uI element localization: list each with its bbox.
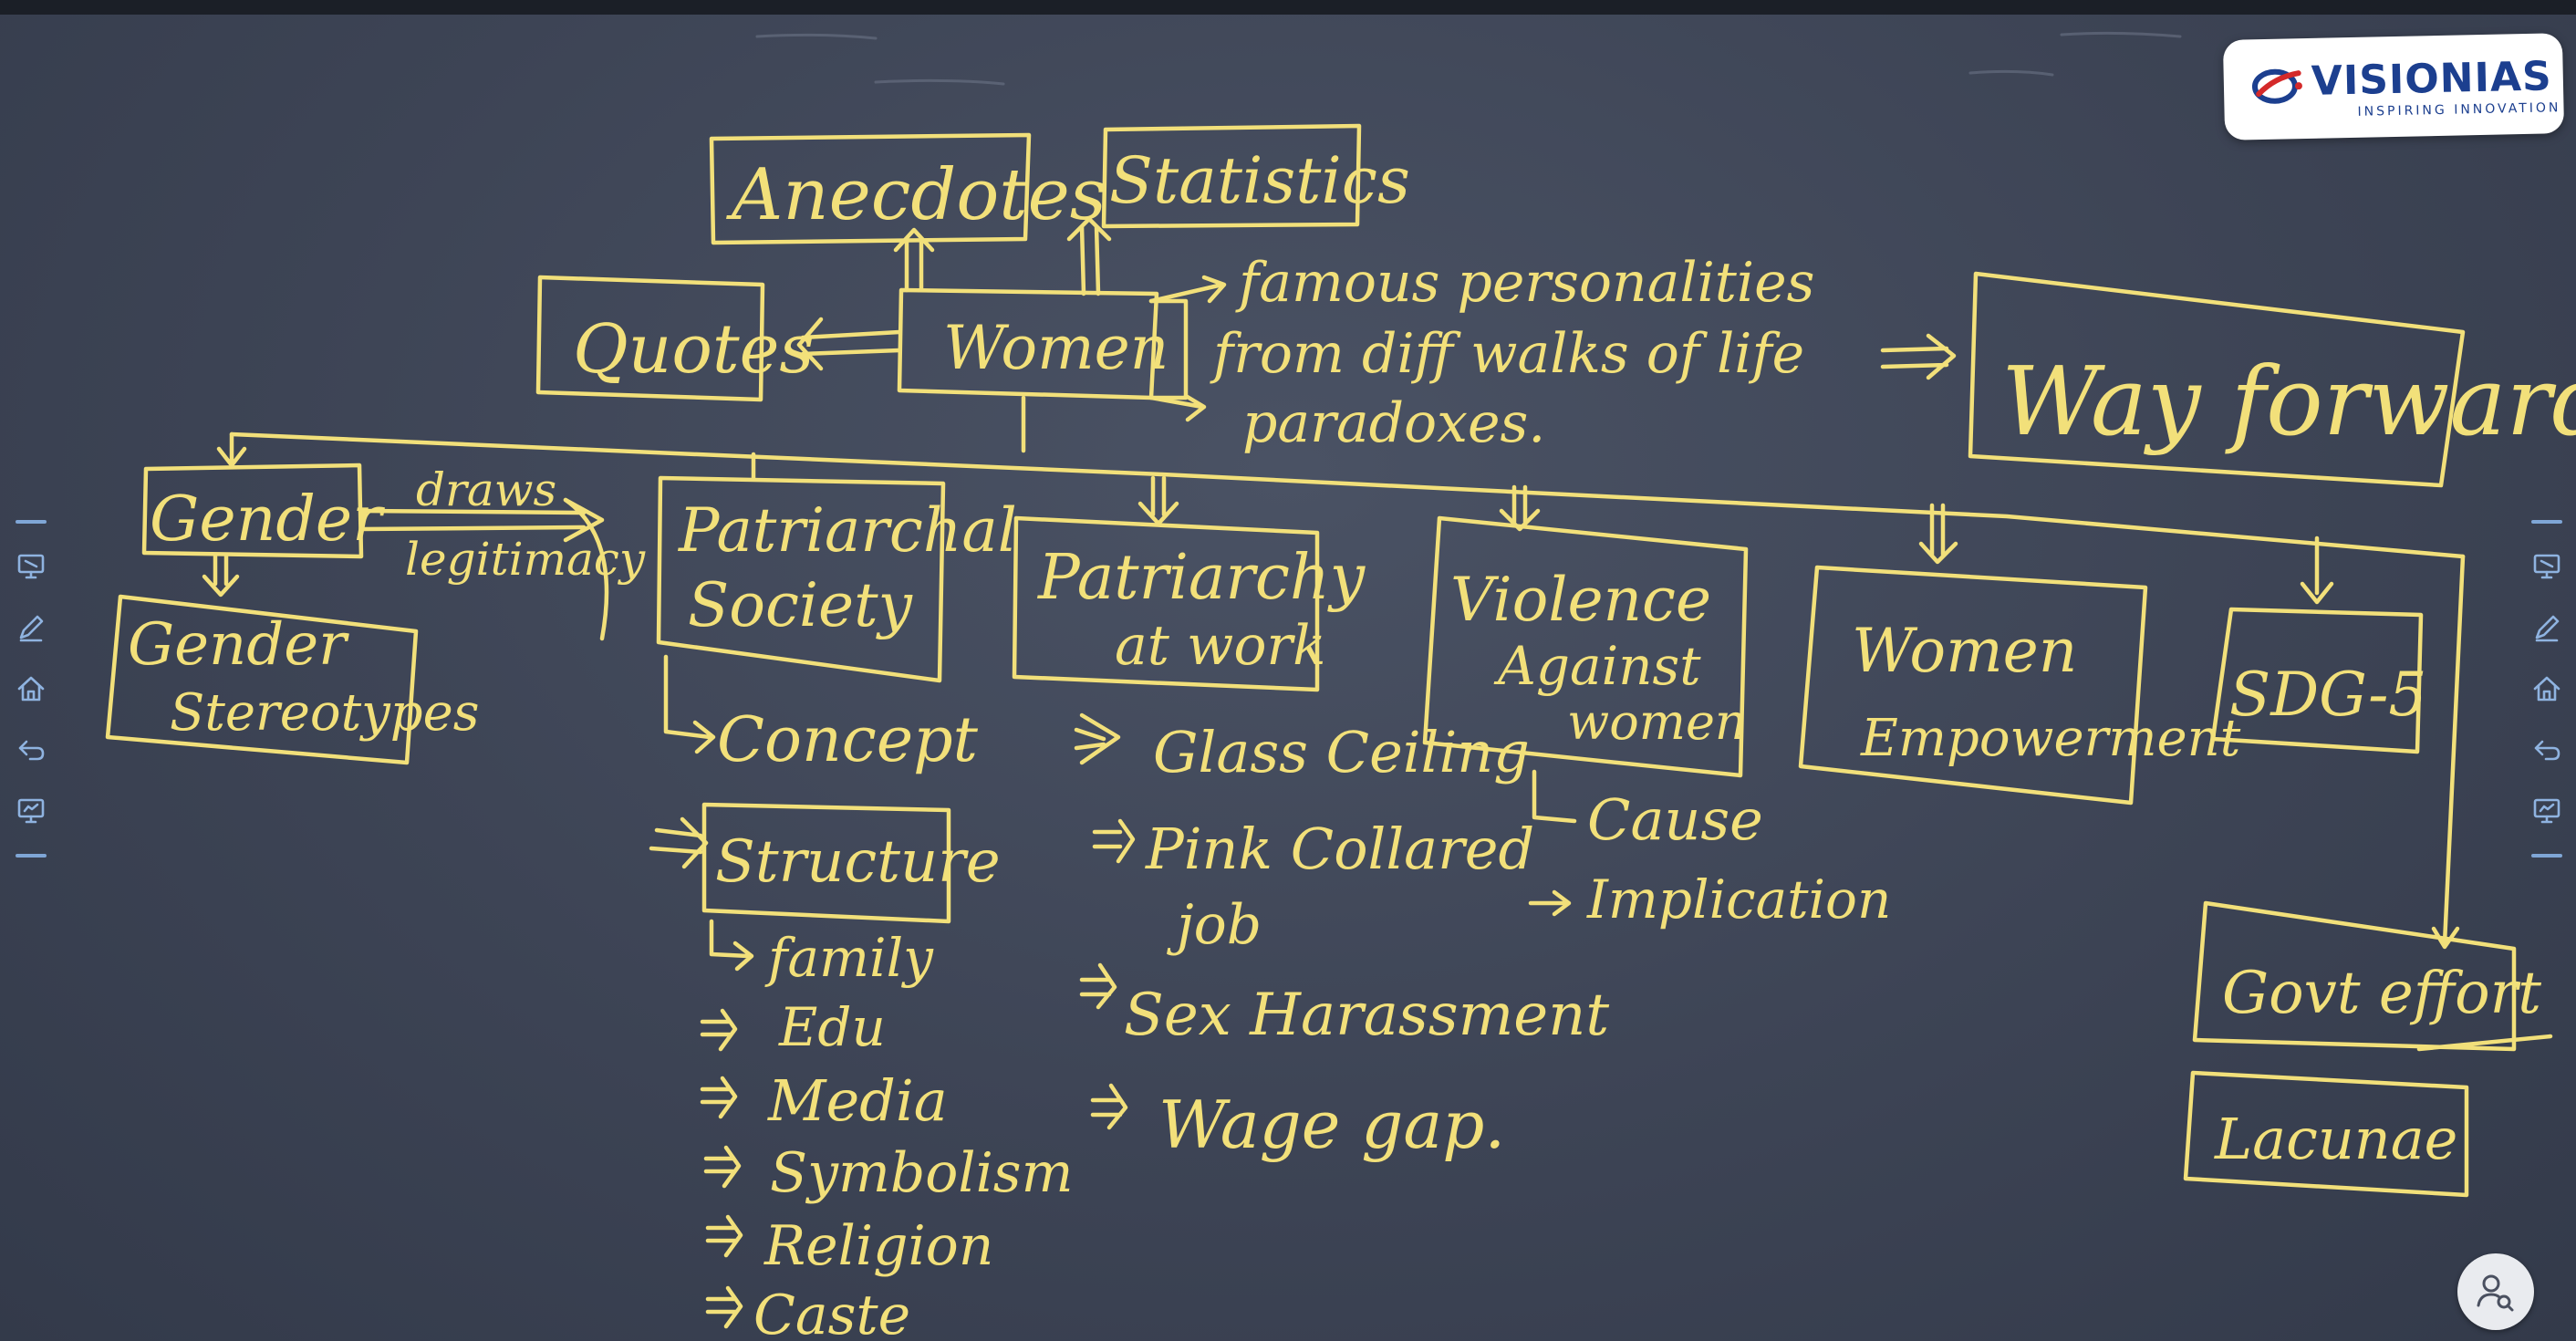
undo-icon bbox=[2534, 740, 2560, 761]
logo-tagline: INSPIRING INNOVATION bbox=[2357, 100, 2561, 120]
violence-line3: women bbox=[1567, 693, 1747, 751]
toolbar-divider bbox=[16, 520, 47, 524]
structure-item-caste: Caste bbox=[753, 1284, 910, 1341]
work-item-job: job bbox=[1167, 893, 1262, 957]
screen-record-button[interactable] bbox=[2529, 548, 2565, 585]
undo-button[interactable] bbox=[13, 732, 49, 768]
undo-button[interactable] bbox=[2529, 732, 2565, 768]
violence-item-cause: Cause bbox=[1587, 786, 1763, 853]
work-item-wage-gap: Wage gap. bbox=[1158, 1086, 1505, 1163]
lacunae-label: Lacunae bbox=[2214, 1106, 2457, 1172]
work-item-glass-ceiling: Glass Ceiling bbox=[1153, 719, 1530, 785]
screen-record-button[interactable] bbox=[13, 548, 49, 585]
structure-item-family: family bbox=[764, 927, 934, 989]
edge-label-draws: draws bbox=[416, 463, 556, 516]
structure-item-symbolism: Symbolism bbox=[770, 1141, 1074, 1205]
gender-label: Gender bbox=[150, 483, 385, 556]
toolbar-divider bbox=[16, 854, 47, 858]
violence-line1: Violence bbox=[1450, 565, 1711, 635]
pen-button[interactable] bbox=[13, 609, 49, 646]
right-toolbar bbox=[2527, 520, 2567, 858]
mind-map-diagram: Anecdotes Statistics Quotes Women famous… bbox=[105, 31, 2576, 1341]
concept-label: Concept bbox=[717, 704, 979, 776]
violence-line2: Against bbox=[1493, 635, 1701, 697]
user-search-button[interactable] bbox=[2457, 1253, 2534, 1330]
gender-stereotypes-line1: Gender bbox=[128, 611, 349, 679]
home-icon bbox=[17, 676, 45, 702]
patriarchal-society-line1: Patriarchal bbox=[678, 495, 1017, 566]
note-famous-personalities: famous personalities bbox=[1235, 251, 1814, 315]
sdg-label: SDG-5 bbox=[2229, 660, 2426, 730]
chalkboard: Anecdotes Statistics Quotes Women famous… bbox=[0, 0, 2576, 1341]
anecdotes-label: Anecdotes bbox=[726, 154, 1106, 236]
statistics-label: Statistics bbox=[1109, 143, 1410, 218]
patriarchy-at-work-line2: at work bbox=[1115, 614, 1325, 678]
pen-button[interactable] bbox=[2529, 609, 2565, 646]
patriarchy-at-work-line1: Patriarchy bbox=[1036, 542, 1366, 614]
screen-record-icon bbox=[17, 554, 45, 579]
toolbar-divider bbox=[2531, 854, 2562, 858]
toolbar-divider bbox=[2531, 520, 2562, 524]
home-button[interactable] bbox=[2529, 670, 2565, 707]
pen-icon bbox=[19, 615, 44, 642]
work-item-sex-harassment: Sex Harassment bbox=[1124, 982, 1609, 1049]
visionias-logo: VISIONIAS INSPIRING INNOVATION bbox=[2222, 33, 2565, 140]
work-item-pink-collared: Pink Collared bbox=[1145, 816, 1534, 882]
presentation-icon bbox=[2533, 798, 2560, 824]
pen-icon bbox=[2535, 615, 2560, 642]
note-walks-of-life: from diff walks of life bbox=[1210, 322, 1804, 386]
structure-label: Structure bbox=[715, 828, 1001, 896]
structure-item-religion: Religion bbox=[763, 1214, 993, 1278]
gender-stereotypes-line2: Stereotypes bbox=[170, 683, 480, 743]
patriarchal-society-line2: Society bbox=[688, 570, 913, 640]
left-toolbar bbox=[11, 520, 51, 858]
presentation-icon bbox=[17, 798, 45, 824]
govt-effort-label: Govt effort bbox=[2222, 960, 2541, 1027]
home-icon bbox=[2533, 676, 2560, 702]
quotes-label: Quotes bbox=[573, 310, 814, 389]
logo-name: VISIONIAS bbox=[2311, 53, 2553, 105]
visionias-logo-mark-icon bbox=[2251, 68, 2302, 104]
women-label: Women bbox=[943, 313, 1169, 383]
screen-record-icon bbox=[2533, 554, 2560, 579]
empowerment-line2: Empowerment bbox=[1860, 709, 2241, 768]
home-button[interactable] bbox=[13, 670, 49, 707]
empowerment-line1: Women bbox=[1852, 616, 2077, 686]
presentation-button[interactable] bbox=[13, 793, 49, 829]
violence-item-implication: Implication bbox=[1586, 868, 1891, 930]
presentation-button[interactable] bbox=[2529, 793, 2565, 829]
undo-icon bbox=[18, 740, 45, 761]
edge-label-legitimacy: legitimacy bbox=[405, 533, 646, 586]
user-search-icon bbox=[2477, 1274, 2514, 1312]
note-paradoxes: paradoxes. bbox=[1242, 391, 1545, 455]
way-forward-label: Way forward bbox=[2001, 346, 2576, 457]
structure-item-edu: Edu bbox=[778, 996, 886, 1058]
structure-item-media: Media bbox=[767, 1067, 948, 1134]
